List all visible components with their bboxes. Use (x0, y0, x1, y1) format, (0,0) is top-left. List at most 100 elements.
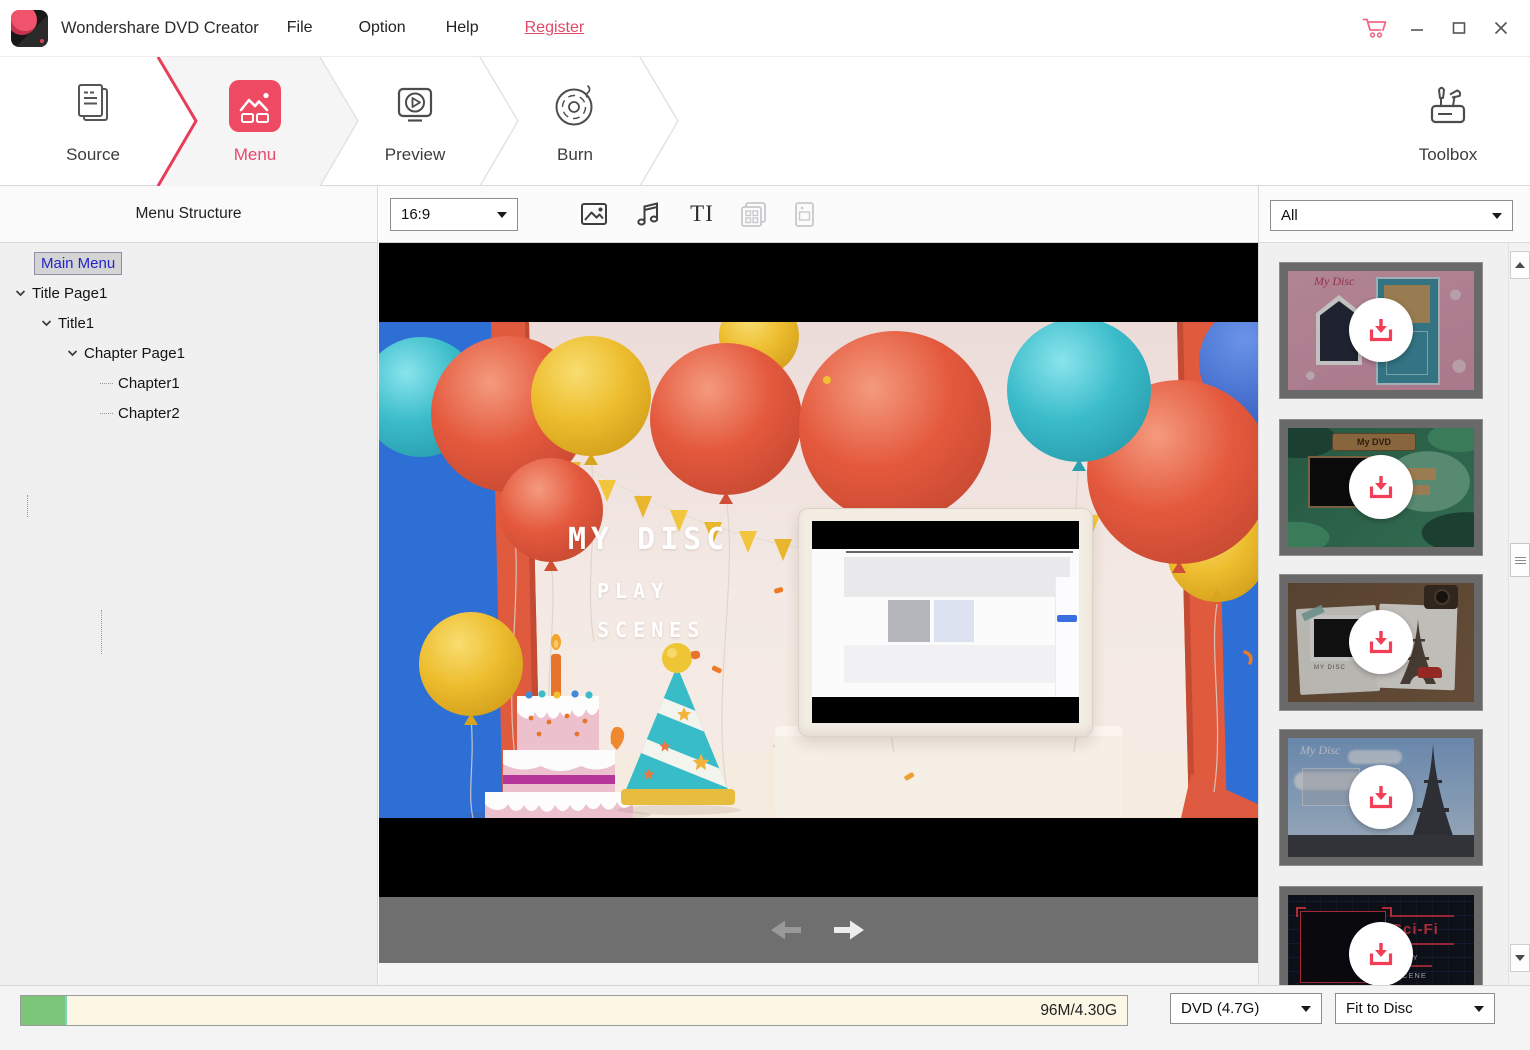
close-button[interactable] (1488, 15, 1514, 41)
tree-item-title-page1-label: Title Page1 (32, 285, 107, 302)
template-filter-value: All (1281, 207, 1298, 224)
template-scifi[interactable]: Sci-Fi PLAY SCENE (1280, 887, 1482, 985)
tree-item-title-page1[interactable]: Title Page1 (0, 278, 377, 308)
step-source-label: Source (66, 145, 120, 165)
download-template-button[interactable] (1349, 610, 1413, 674)
aspect-ratio-value: 16:9 (401, 206, 430, 223)
step-menu-label: Menu (234, 145, 277, 165)
image-icon (579, 199, 609, 229)
scrollbar-thumb[interactable] (1510, 543, 1530, 577)
tree-item-chapter1-label: Chapter1 (118, 375, 180, 392)
video-thumbnail-tv[interactable] (798, 508, 1093, 737)
download-template-button[interactable] (1349, 298, 1413, 362)
step-preview[interactable]: Preview (360, 57, 470, 186)
scroll-down-button[interactable] (1510, 944, 1530, 972)
video-frame-content (844, 645, 1070, 683)
template-filter-bar: All (1259, 186, 1530, 243)
background-image-button[interactable] (576, 196, 612, 232)
step-burn[interactable]: Burn (520, 57, 630, 186)
download-icon (1367, 628, 1395, 656)
play-button-text[interactable]: PLAY (597, 579, 669, 603)
step-preview-label: Preview (385, 145, 445, 165)
titlebar: Wondershare DVD Creator File Option Help… (0, 0, 1530, 57)
minimize-button[interactable] (1404, 15, 1430, 41)
template-list: My Disc My DVD (1259, 243, 1509, 985)
aspect-ratio-select[interactable]: 16:9 (390, 198, 518, 231)
letterbox-top (379, 243, 1258, 322)
dvd-menu-scene: MY DISC PLAY SCENES (379, 322, 1258, 818)
download-icon (1367, 316, 1395, 344)
tree-item-title1[interactable]: Title1 (0, 308, 377, 338)
video-frame-content (844, 557, 1070, 597)
download-template-button[interactable] (1349, 922, 1413, 985)
step-navbar: Source Menu (0, 57, 1530, 186)
frame-icon (738, 199, 768, 229)
step-menu[interactable]: Menu (200, 57, 310, 186)
logo-dot (40, 39, 44, 43)
menu-preview: MY DISC PLAY SCENES (379, 243, 1258, 985)
disc-space-label: 96M/4.30G (1040, 996, 1117, 1025)
page-nav-bar (379, 897, 1258, 963)
step-source[interactable]: Source (38, 57, 148, 186)
fit-mode-value: Fit to Disc (1346, 1000, 1413, 1017)
preview-icon (392, 78, 438, 134)
template-scrollbar[interactable] (1508, 243, 1530, 985)
tree-item-chapter2[interactable]: Chapter2 (0, 398, 377, 428)
chevron-down-icon[interactable] (38, 319, 54, 327)
disc-type-select[interactable]: DVD (4.7G) (1170, 993, 1322, 1024)
tree-item-chapter-page1[interactable]: Chapter Page1 (0, 338, 377, 368)
background-music-button[interactable] (631, 196, 667, 232)
template-filter-select[interactable]: All (1270, 200, 1513, 231)
toolbox-label: Toolbox (1419, 145, 1478, 165)
titlebar-controls (1362, 15, 1514, 41)
app-title: Wondershare DVD Creator (61, 19, 259, 38)
video-frame-content (888, 600, 930, 642)
menu-file[interactable]: File (283, 13, 317, 43)
editor-column: 16:9 (379, 186, 1258, 985)
thumbnail-style-button-disabled (786, 196, 822, 232)
thumbnail-page-icon (789, 199, 819, 229)
video-frame-content (846, 551, 1073, 553)
chevron-down-icon[interactable] (64, 349, 80, 357)
letterbox-bottom (379, 818, 1258, 897)
music-note-icon (634, 199, 664, 229)
maximize-button[interactable] (1446, 15, 1472, 41)
disc-space-bar: 96M/4.30G (20, 995, 1128, 1026)
menu-help[interactable]: Help (442, 13, 483, 43)
tree-item-chapter1[interactable]: Chapter1 (0, 368, 377, 398)
chevron-down-icon[interactable] (12, 289, 28, 297)
app-logo-icon (11, 10, 48, 47)
step-burn-label: Burn (557, 145, 593, 165)
text-tool-button[interactable]: TI (684, 196, 720, 232)
video-letterbox-bottom (812, 697, 1079, 723)
video-letterbox-top (812, 521, 1079, 549)
register-link[interactable]: Register (525, 19, 585, 37)
cart-icon[interactable] (1362, 15, 1388, 41)
burn-icon (552, 78, 598, 134)
template-jungle[interactable]: My DVD (1280, 420, 1482, 555)
tree-item-chapter2-label: Chapter2 (118, 405, 180, 422)
next-page-arrow[interactable] (831, 917, 867, 948)
template-paris[interactable]: My Disc (1280, 730, 1482, 865)
download-icon (1367, 940, 1395, 968)
menu-icon (229, 78, 281, 134)
tree-item-main-menu[interactable]: Main Menu (0, 248, 377, 278)
template-wedding-pink[interactable]: My Disc (1280, 263, 1482, 398)
download-template-button[interactable] (1349, 455, 1413, 519)
menu-option[interactable]: Option (355, 13, 410, 43)
tree-connector (100, 383, 113, 384)
toolbox-button[interactable]: Toolbox (1393, 57, 1503, 186)
scroll-up-button[interactable] (1510, 251, 1530, 279)
scenes-button-text[interactable]: SCENES (597, 618, 705, 642)
disc-title-text[interactable]: MY DISC (568, 522, 729, 557)
download-template-button[interactable] (1349, 765, 1413, 829)
app-window: Wondershare DVD Creator File Option Help… (0, 0, 1530, 1050)
prev-page-arrow (768, 917, 804, 948)
menu-edit-toolbar: 16:9 (379, 186, 1258, 243)
text-tool-icon: TI (690, 201, 714, 227)
template-travel-scrapbook[interactable]: MY DISC (1280, 575, 1482, 710)
download-icon (1367, 783, 1395, 811)
fit-mode-select[interactable]: Fit to Disc (1335, 993, 1495, 1024)
source-icon (73, 78, 113, 134)
video-frame-content (934, 600, 974, 642)
